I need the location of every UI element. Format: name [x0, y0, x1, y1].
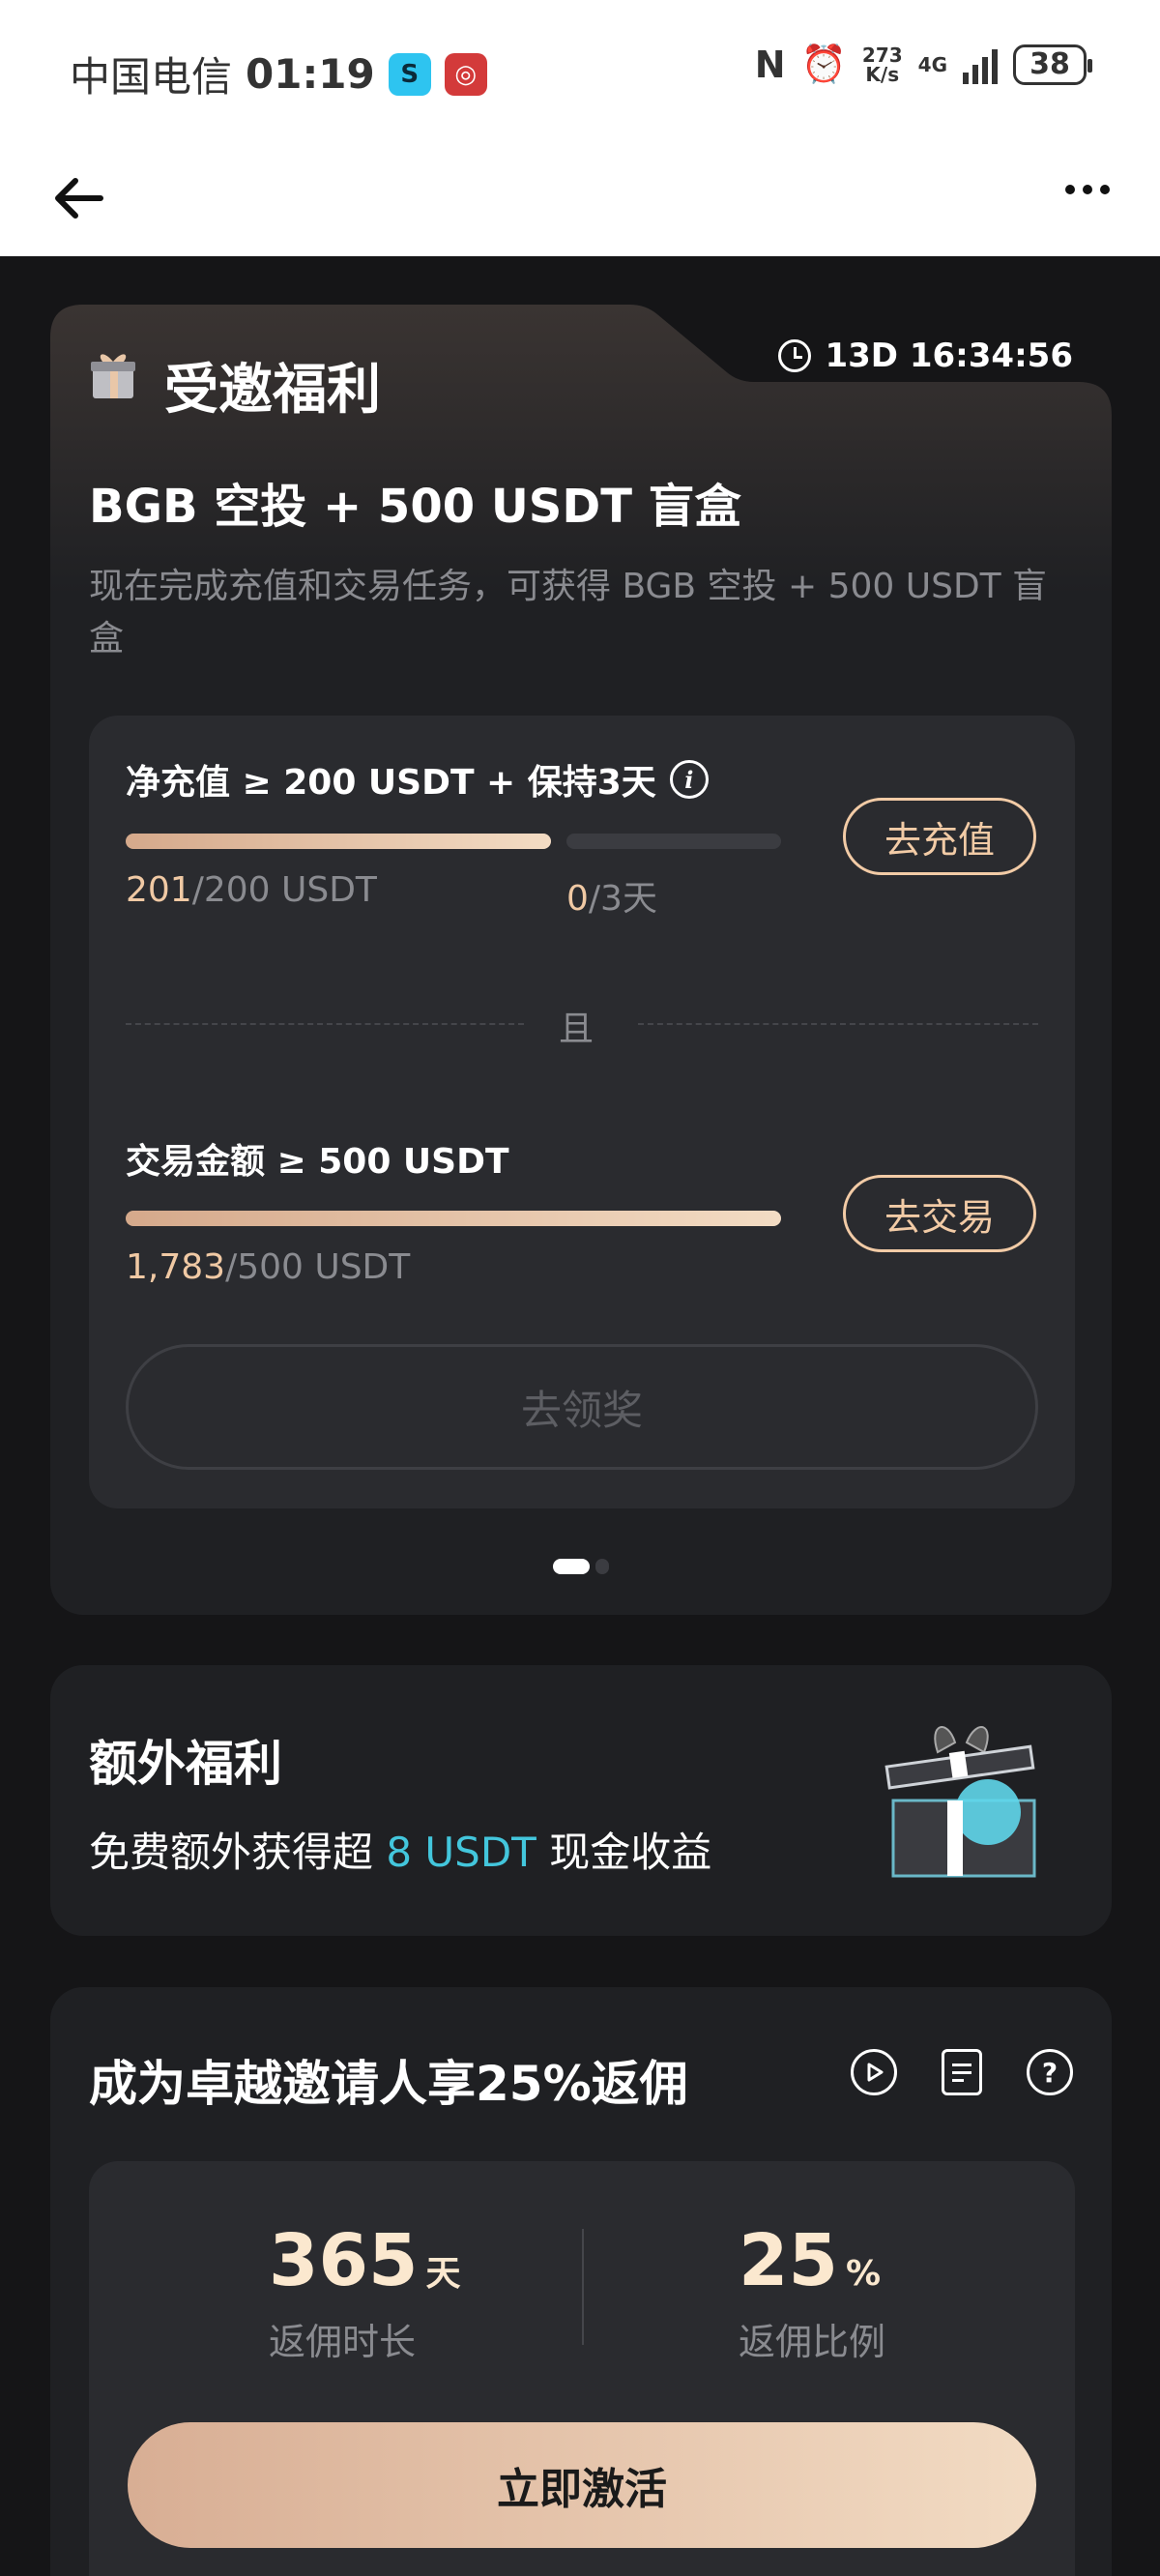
status-bar: 中国电信 01:19 S ◎ N ⏰ 273 K/s 4G 38 [0, 0, 1160, 140]
duration-stat: 365 天 返佣时长 [269, 2219, 460, 2365]
trade-progress-fill [126, 1211, 781, 1226]
duration-value: 365 [269, 2219, 419, 2302]
network-speed: 273 K/s [862, 45, 903, 84]
extra-desc-amount: 8 USDT [386, 1829, 536, 1876]
countdown-text: 13D 16:34:56 [825, 337, 1073, 375]
duration-label: 返佣时长 [269, 2321, 417, 2363]
deposit-button[interactable]: 去充值 [843, 798, 1036, 875]
document-icon[interactable] [942, 2049, 982, 2095]
bank-notification-icon: ◎ [444, 52, 487, 96]
play-icon[interactable] [851, 2049, 897, 2095]
net-speed-unit: K/s [865, 62, 900, 86]
clock-time: 01:19 [246, 50, 375, 98]
deposit-progress-fill [126, 834, 551, 849]
reward-title: BGB 空投 + 500 USDT 盲盒 [89, 480, 741, 534]
activate-button[interactable]: 立即激活 [128, 2422, 1036, 2548]
divider-right [638, 1023, 1038, 1025]
task-deposit-text: 净充值 ≥ 200 USDT + 保持3天 [126, 763, 656, 803]
battery-level: 38 [1030, 47, 1070, 81]
gift-icon [91, 354, 135, 398]
commission-stats: 365 天 返佣时长 25% 返佣比例 立即激活 [89, 2161, 1075, 2576]
task-trade-text: 交易金额 ≥ 500 USDT [126, 1142, 509, 1182]
deposit-target: /200 USDT [191, 870, 377, 910]
extra-desc-prefix: 免费额外获得超 [89, 1829, 387, 1876]
help-icon[interactable]: ? [1027, 2049, 1073, 2095]
task-trade-label: 交易金额 ≥ 500 USDT [126, 1133, 509, 1184]
back-button[interactable] [50, 167, 112, 229]
reward-description: 现在完成充值和交易任务，可获得 BGB 空投 + 500 USDT 盲盒 [89, 567, 1048, 659]
extra-benefit-card[interactable]: 额外福利 免费额外获得超 8 USDT 现金收益 [50, 1665, 1112, 1936]
trade-progress-bar [126, 1211, 781, 1226]
page-dot[interactable] [595, 1559, 609, 1574]
hold-progress-bar [566, 834, 781, 849]
extra-desc-suffix: 现金收益 [536, 1829, 712, 1876]
divider-left [126, 1023, 524, 1025]
rate-value: 25 [739, 2219, 838, 2302]
page-indicator [553, 1559, 609, 1574]
carrier-time: 中国电信 01:19 S ◎ [70, 44, 487, 103]
deposit-progress-bar [126, 834, 551, 849]
clock-icon [778, 339, 812, 372]
rate-unit: % [845, 2254, 882, 2294]
trade-button[interactable]: 去交易 [843, 1175, 1036, 1252]
page-dot-active[interactable] [553, 1559, 590, 1574]
carrier-name: 中国电信 [70, 53, 233, 101]
nfc-icon: N [754, 43, 786, 86]
app-notification-icon: S [388, 52, 431, 96]
trade-progress-text: 1,783/500 USDT [126, 1247, 410, 1287]
signal-icon [963, 45, 998, 84]
hold-current: 0 [566, 879, 589, 919]
network-type: 4G [917, 52, 947, 76]
hold-target: /3天 [588, 879, 657, 919]
extra-title: 额外福利 [89, 1736, 282, 1792]
arrow-left-icon [55, 178, 103, 219]
more-horizontal-icon [1065, 185, 1075, 194]
stats-divider [582, 2229, 584, 2345]
more-button[interactable] [1065, 185, 1110, 194]
deposit-current: 201 [126, 870, 192, 910]
battery-icon: 38 [1013, 44, 1092, 85]
premium-inviter-card: 成为卓越邀请人享25%返佣 ? 365 天 返佣时长 25% 返佣比例 立即激活 [50, 1987, 1112, 2576]
nav-bar [0, 140, 1160, 256]
claim-reward-button[interactable]: 去领奖 [126, 1344, 1038, 1470]
inviter-title: 成为卓越邀请人享25%返佣 [89, 2056, 688, 2112]
extra-description: 免费额外获得超 8 USDT 现金收益 [89, 1820, 711, 1879]
trade-target: /500 USDT [225, 1247, 411, 1287]
hold-progress-text: 0/3天 [566, 870, 657, 921]
section-title: 受邀福利 [164, 359, 381, 422]
rate-label: 返佣比例 [739, 2321, 886, 2363]
task-deposit-label: 净充值 ≥ 200 USDT + 保持3天 i [126, 754, 709, 805]
trade-current: 1,783 [126, 1247, 226, 1287]
duration-unit: 天 [425, 2254, 461, 2294]
countdown-timer: 13D 16:34:56 [778, 337, 1073, 375]
and-connector: 且 [559, 1010, 594, 1049]
task-list: 净充值 ≥ 200 USDT + 保持3天 i 201/200 USDT 0/3… [89, 716, 1075, 1508]
deposit-progress-text: 201/200 USDT [126, 870, 377, 910]
alarm-icon: ⏰ [800, 43, 847, 85]
gift-box-illustration-icon [884, 1726, 1036, 1878]
info-icon[interactable]: i [669, 760, 709, 799]
rate-stat: 25% 返佣比例 [739, 2219, 885, 2365]
system-icons: N ⏰ 273 K/s 4G 38 [754, 43, 1092, 86]
